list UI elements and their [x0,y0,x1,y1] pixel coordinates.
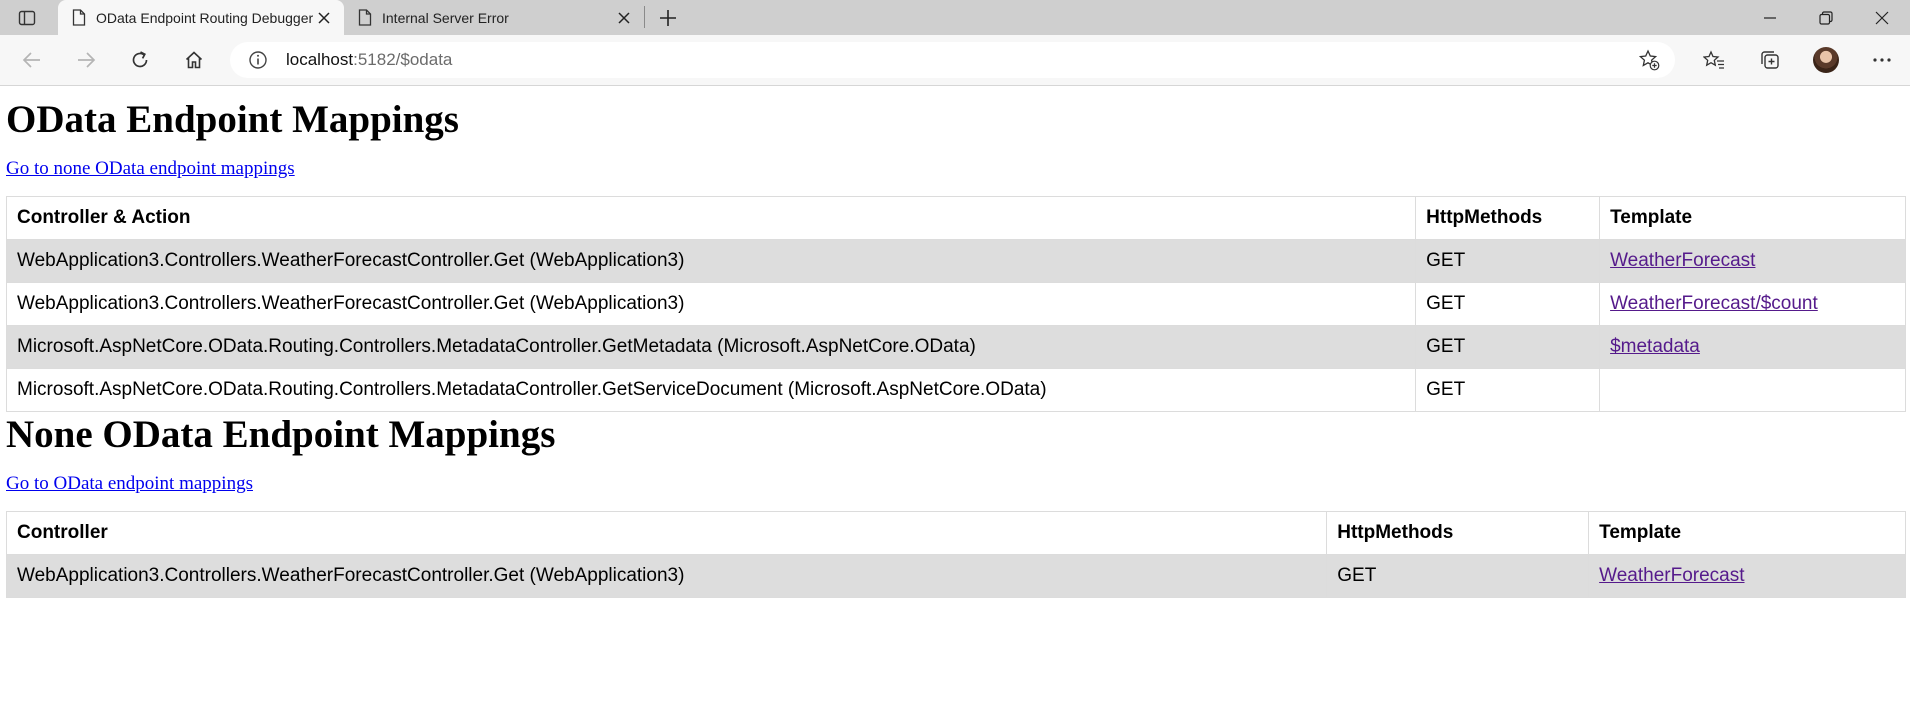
controller-cell: WebApplication3.Controllers.WeatherForec… [5,554,1328,598]
navigation-bar: localhost:5182/$odata [0,35,1910,86]
methods-cell: GET [1415,325,1601,369]
collections-icon [1761,51,1779,69]
restore-button[interactable] [1798,0,1854,35]
avatar [1813,47,1839,73]
refresh-icon [132,51,148,68]
go-to-odata-link[interactable]: Go to OData endpoint mappings [6,473,253,494]
tab-separator [644,6,645,28]
site-info-button[interactable] [238,50,278,70]
settings-more-button[interactable] [1854,42,1910,78]
toolbar-right [1686,42,1910,78]
collections-button[interactable] [1742,42,1798,78]
forward-button[interactable] [64,42,108,78]
url-text: localhost:5182/$odata [286,50,452,70]
back-button[interactable] [10,42,54,78]
template-cell: $metadata [1599,325,1906,369]
table-row: Microsoft.AspNetCore.OData.Routing.Contr… [5,325,1906,369]
arrow-left-icon [22,52,40,68]
plus-icon [660,9,676,26]
column-header: HttpMethods [1326,511,1590,555]
profile-button[interactable] [1798,42,1854,78]
tab-actions-icon [18,10,36,25]
new-tab-button[interactable] [651,0,685,35]
none-odata-mappings-heading: None OData Endpoint Mappings [6,413,556,456]
tab-internal-server-error[interactable]: Internal Server Error [344,0,644,35]
template-cell: WeatherForecast/$count [1599,282,1906,326]
address-bar[interactable]: localhost:5182/$odata [230,42,1675,78]
methods-cell: GET [1415,239,1601,283]
table-header-row: Controller HttpMethods Template [5,511,1906,555]
page-icon [72,9,86,26]
controller-cell: WebApplication3.Controllers.WeatherForec… [5,239,1417,283]
star-add-icon [1638,49,1660,71]
template-cell: WeatherForecast [1588,554,1906,598]
template-link[interactable]: WeatherForecast [1599,565,1744,586]
tab-odata-debugger[interactable]: OData Endpoint Routing Debugger [58,0,344,35]
methods-cell: GET [1415,282,1601,326]
table-row: WebApplication3.Controllers.WeatherForec… [5,239,1906,283]
column-header: Controller [5,511,1328,555]
controller-cell: Microsoft.AspNetCore.OData.Routing.Contr… [5,325,1417,369]
column-header: Controller & Action [5,196,1417,240]
tab-strip: OData Endpoint Routing Debugger Internal… [0,0,1910,35]
template-link[interactable]: WeatherForecast/$count [1610,293,1818,314]
info-icon [249,51,267,69]
home-button[interactable] [172,42,216,78]
favorites-icon [1703,50,1724,69]
template-cell: WeatherForecast [1599,239,1906,283]
column-header: Template [1599,196,1906,240]
home-icon [185,51,203,69]
controller-cell: WebApplication3.Controllers.WeatherForec… [5,282,1417,326]
template-link[interactable]: $metadata [1610,336,1700,357]
tab-actions-button[interactable] [0,0,54,35]
minimize-button[interactable] [1742,0,1798,35]
go-to-none-odata-link[interactable]: Go to none OData endpoint mappings [6,158,295,179]
close-tab-button[interactable] [614,8,634,28]
close-icon [318,11,330,24]
close-icon [1875,11,1889,24]
restore-icon [1819,10,1833,25]
methods-cell: GET [1326,554,1590,598]
window-controls [1742,0,1910,35]
page-icon [358,9,372,26]
page-content: OData Endpoint Mappings Go to none OData… [0,86,1910,598]
table-row: WebApplication3.Controllers.WeatherForec… [5,282,1906,326]
column-header: HttpMethods [1415,196,1601,240]
odata-mappings-heading: OData Endpoint Mappings [6,98,459,141]
non-odata-mappings-table: Controller HttpMethods Template WebAppli… [5,511,1906,598]
non-odata-link-line: Go to OData endpoint mappings [6,473,1904,495]
table-row: WebApplication3.Controllers.WeatherForec… [5,554,1906,598]
methods-cell: GET [1415,368,1601,412]
close-icon [618,11,630,24]
add-favorite-button[interactable] [1637,48,1661,72]
refresh-button[interactable] [118,42,162,78]
odata-mappings-table: Controller & Action HttpMethods Template… [5,196,1906,412]
minimize-icon [1764,16,1776,19]
close-window-button[interactable] [1854,0,1910,35]
url-host: localhost [286,50,354,69]
tab-title: OData Endpoint Routing Debugger [96,9,314,26]
table-header-row: Controller & Action HttpMethods Template [5,196,1906,240]
template-cell [1599,368,1906,412]
arrow-right-icon [78,52,96,68]
url-path: :5182/$odata [353,50,453,69]
table-row: Microsoft.AspNetCore.OData.Routing.Contr… [5,368,1906,412]
favorites-button[interactable] [1686,42,1742,78]
odata-link-line: Go to none OData endpoint mappings [6,158,1904,180]
template-link[interactable]: WeatherForecast [1610,250,1755,271]
tab-title: Internal Server Error [382,9,509,26]
more-icon [1873,58,1891,62]
close-tab-button[interactable] [314,8,334,28]
controller-cell: Microsoft.AspNetCore.OData.Routing.Contr… [5,368,1417,412]
column-header: Template [1588,511,1906,555]
